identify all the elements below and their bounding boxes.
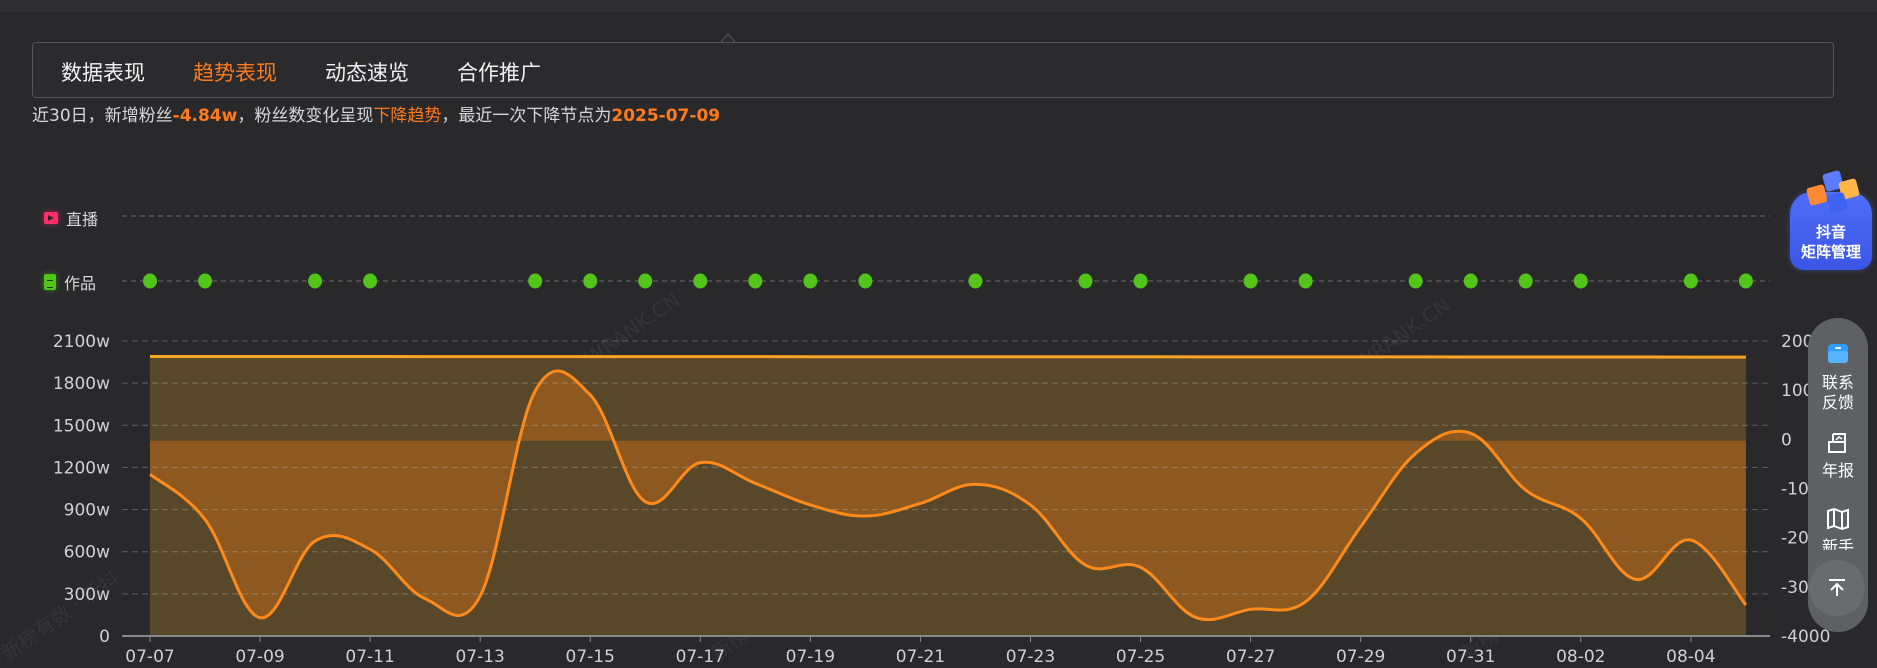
- works-event-dot: [968, 273, 983, 289]
- legend-live: 直播: [44, 206, 98, 230]
- badge-line1: 抖音: [1815, 223, 1846, 241]
- x-axis-tick-label: 07-11: [345, 647, 394, 667]
- fan-trend-chart: 0300w600w900w1200w1500w1800w2100w-4000-3…: [53, 215, 1830, 667]
- arrow-up-to-top-icon: [1829, 579, 1845, 596]
- report-icon: [1828, 433, 1846, 453]
- works-event-dot: [528, 273, 543, 289]
- works-event-dot: [1683, 273, 1698, 289]
- x-axis-tick-label: 07-09: [235, 647, 284, 667]
- works-event-dot: [143, 273, 157, 289]
- left-axis-tick-label: 300w: [64, 585, 110, 605]
- x-axis-tick-label: 07-23: [1006, 647, 1055, 667]
- annual-report-button[interactable]: 年报: [1808, 430, 1868, 481]
- works-event-dot: [803, 273, 818, 289]
- left-axis-tick-label: 900w: [64, 501, 110, 521]
- works-event-dot: [1243, 273, 1258, 289]
- live-video-icon: [44, 212, 58, 224]
- left-axis-tick-label: 600w: [64, 543, 110, 563]
- right-axis-tick-label: 0: [1781, 430, 1792, 450]
- feedback-button[interactable]: 联系反馈: [1808, 340, 1868, 413]
- works-event-dot: [363, 273, 378, 289]
- works-event-dot: [1463, 273, 1478, 289]
- x-axis-tick-label: 07-17: [676, 647, 725, 667]
- works-event-dot: [748, 273, 763, 289]
- x-axis-tick-label: 07-25: [1116, 647, 1165, 667]
- legend-works-label: 作品: [64, 274, 97, 293]
- left-axis-tick-label: 1800w: [53, 374, 110, 394]
- x-axis-tick-label: 07-13: [455, 647, 504, 667]
- x-axis-tick-label: 08-02: [1556, 647, 1605, 667]
- x-axis-tick-label: 07-21: [896, 647, 945, 667]
- works-event-dot: [1408, 273, 1423, 289]
- matrix-management-button[interactable]: 抖音 矩阵管理: [1790, 160, 1874, 274]
- x-axis-tick-label: 07-27: [1226, 647, 1275, 667]
- works-event-dot: [638, 273, 653, 289]
- feedback-label: 联系反馈: [1821, 373, 1854, 412]
- works-event-dot: [1573, 273, 1588, 289]
- works-event-dot: [1078, 273, 1093, 289]
- right-axis-tick-label: -4000: [1781, 627, 1830, 647]
- beginner-label: 新手: [1821, 537, 1854, 550]
- works-event-dot: [308, 273, 323, 289]
- works-event-dot: [858, 273, 873, 289]
- x-axis-tick-label: 08-04: [1666, 647, 1715, 667]
- works-event-dot: [1518, 273, 1533, 289]
- left-axis-tick-label: 2100w: [53, 332, 110, 352]
- works-event-dot: [1133, 273, 1148, 289]
- x-axis-tick-label: 07-29: [1336, 647, 1385, 667]
- total-fans-line: [150, 354, 1746, 359]
- legend-works: 作品: [44, 270, 96, 294]
- works-event-dot: [693, 273, 708, 289]
- x-axis-tick-label: 07-15: [566, 647, 615, 667]
- works-event-dot: [198, 273, 213, 289]
- annual-report-label: 年报: [1821, 461, 1854, 480]
- works-event-dot: [583, 273, 598, 289]
- works-event-dot: [1738, 273, 1753, 289]
- badge-line2: 矩阵管理: [1800, 243, 1861, 261]
- back-to-top-button[interactable]: [1809, 560, 1865, 616]
- x-axis-tick-label: 07-31: [1446, 647, 1495, 667]
- document-icon: [44, 274, 56, 290]
- works-event-dot: [1298, 273, 1313, 289]
- x-axis-tick-label: 07-19: [786, 647, 835, 667]
- left-axis-tick-label: 0: [99, 627, 110, 647]
- beginner-guide-button[interactable]: 新手: [1808, 506, 1868, 550]
- left-axis-tick-label: 1500w: [53, 416, 110, 436]
- x-axis-tick-label: 07-07: [125, 647, 174, 667]
- legend-live-label: 直播: [66, 210, 99, 229]
- map-icon: [1827, 507, 1849, 531]
- mailbox-icon: [1828, 344, 1848, 363]
- badge-label: 抖音 矩阵管理: [1790, 222, 1872, 262]
- left-axis-tick-label: 1200w: [53, 458, 110, 478]
